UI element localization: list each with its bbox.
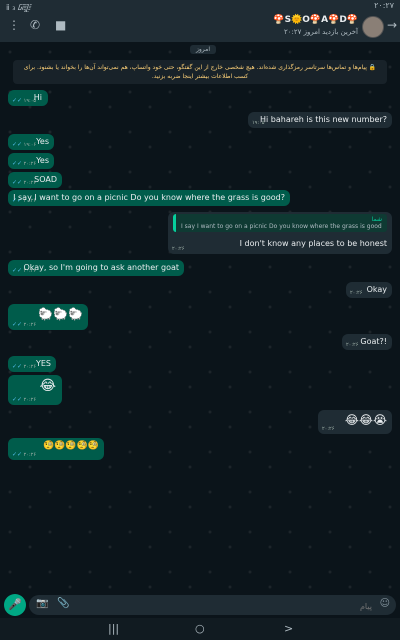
- nav-back-icon[interactable]: >: [284, 622, 293, 635]
- message-text: I say I want to go on a picnic Do you kn…: [13, 193, 285, 202]
- message-text: I don't know any places to be honest: [239, 239, 387, 248]
- message-bubble-outgoing[interactable]: ✓✓ ۲۰:۲۶ 🧐🧐🧐🧐🧐: [8, 438, 104, 460]
- message-text: Yes: [36, 137, 49, 146]
- video-call-icon[interactable]: ■: [55, 18, 66, 32]
- call-icon[interactable]: ✆: [30, 18, 40, 32]
- message-bubble-incoming[interactable]: ۲۰:۲۶ 😂😂😭: [318, 410, 392, 434]
- date-chip: امروز: [190, 45, 216, 54]
- message-bubble-outgoing[interactable]: ✓✓ ۱۹:۰۶ Yes: [8, 134, 54, 150]
- reply-author: شما: [371, 216, 382, 223]
- message-bubble-incoming[interactable]: ۲۰:۲۶ Goat?!: [342, 334, 392, 350]
- attach-icon[interactable]: 📎: [57, 598, 69, 609]
- avatar[interactable]: [362, 16, 384, 38]
- reply-text: I say I want to go on a picnic Do you kn…: [181, 223, 382, 230]
- message-bubble-outgoing[interactable]: ✓✓ ۲۰:۲۶ 😂: [8, 375, 62, 405]
- camera-icon[interactable]: 📷: [36, 598, 48, 609]
- back-icon[interactable]: →: [387, 18, 397, 32]
- message-time: ۲۰:۲۶: [172, 246, 185, 252]
- message-bubble-outgoing[interactable]: ✓✓ ۱۹:۰۵ Hi: [8, 90, 48, 106]
- message-bubble-incoming-reply[interactable]: شما I say I want to go on a picnic Do yo…: [168, 212, 392, 254]
- message-text: SOAD: [34, 175, 57, 184]
- message-text: 😂😂😭: [344, 413, 387, 427]
- message-bubble-outgoing[interactable]: ✓✓ ۲۰:۲۶ YES: [8, 356, 56, 372]
- message-text: YES: [35, 359, 51, 368]
- message-time: ۲۰:۲۶: [23, 161, 37, 167]
- home-icon[interactable]: ○: [195, 622, 205, 635]
- message-composer: 🎤 📷 📎 ☺: [0, 592, 400, 618]
- message-text: Yes: [36, 156, 49, 165]
- message-text: Hi: [33, 93, 42, 102]
- message-time: ۲۰:۲۶: [23, 397, 37, 403]
- recent-apps-icon[interactable]: |||: [108, 622, 119, 635]
- message-bubble-incoming[interactable]: ۲۰:۲۶ Okay: [346, 282, 392, 298]
- emoji-icon[interactable]: ☺: [380, 598, 390, 609]
- message-field[interactable]: 📷 📎 ☺: [29, 595, 396, 615]
- message-text: 🐑🐑🐑: [38, 307, 83, 321]
- message-input[interactable]: [150, 598, 374, 614]
- message-time: ۲۰:۲۶: [350, 290, 363, 296]
- message-bubble-outgoing[interactable]: ✓✓ ۲۰:۲۶ I say I want to go on a picnic …: [8, 190, 290, 206]
- message-bubble-outgoing[interactable]: ✓✓ ۲۰:۲۶ Yes: [8, 153, 54, 169]
- message-bubble-outgoing[interactable]: ✓✓ ۲۰:۲۶ Okay, so I'm going to ask anoth…: [8, 260, 184, 276]
- message-text: Goat?!: [360, 337, 387, 346]
- mic-icon[interactable]: 🎤: [4, 594, 26, 616]
- encryption-notice[interactable]: 🔒 پیام‌ها و تماس‌ها سرتاسر رمزگذاری شده‌…: [13, 60, 387, 84]
- message-time: ۱۹:۰۶: [23, 142, 37, 148]
- message-time: ۲۰:۲۶: [23, 322, 37, 328]
- message-time: ۲۰:۲۶: [346, 342, 359, 348]
- status-clock: ۲۰:۲۷: [374, 1, 394, 10]
- system-nav-bar: ||| ○ >: [0, 618, 400, 640]
- chat-header: ⋮ ✆ ■ 🍄S🌞O🍄A🍄D🍄 آخرین بازدید امروز ۲۰:۲۷…: [0, 12, 400, 42]
- message-text: 😂: [39, 378, 56, 394]
- message-text: Hi bahareh is this new number?: [259, 115, 387, 124]
- chat-area[interactable]: امروز 🔒 پیام‌ها و تماس‌ها سرتاسر رمزگذار…: [0, 42, 400, 592]
- message-text: Okay, so I'm going to ask another goat: [23, 263, 179, 272]
- message-time: ۲۰:۲۶: [23, 364, 37, 370]
- status-bar: ⅱ ₃ ᳄ ۲۰:۲۷: [0, 0, 400, 12]
- message-time: ۲۰:۲۶: [23, 452, 37, 458]
- message-text: Okay: [366, 285, 387, 294]
- message-time: ۲۰:۲۶: [322, 426, 335, 432]
- last-seen: آخرین بازدید امروز ۲۰:۲۷: [283, 28, 358, 36]
- menu-icon[interactable]: ⋮: [8, 18, 20, 32]
- contact-name[interactable]: 🍄S🌞O🍄A🍄D🍄: [273, 15, 358, 25]
- message-bubble-outgoing[interactable]: ✓✓ ۲۰:۲۶ 🐑🐑🐑: [8, 304, 88, 330]
- message-text: 🧐🧐🧐🧐🧐: [42, 441, 99, 451]
- message-bubble-outgoing[interactable]: ✓✓ ۲۰:۲۶ SOAD: [8, 172, 62, 188]
- message-bubble-incoming[interactable]: ۱۹:۰۵ Hi bahareh is this new number?: [248, 112, 392, 128]
- reply-quote[interactable]: شما I say I want to go on a picnic Do yo…: [173, 214, 387, 232]
